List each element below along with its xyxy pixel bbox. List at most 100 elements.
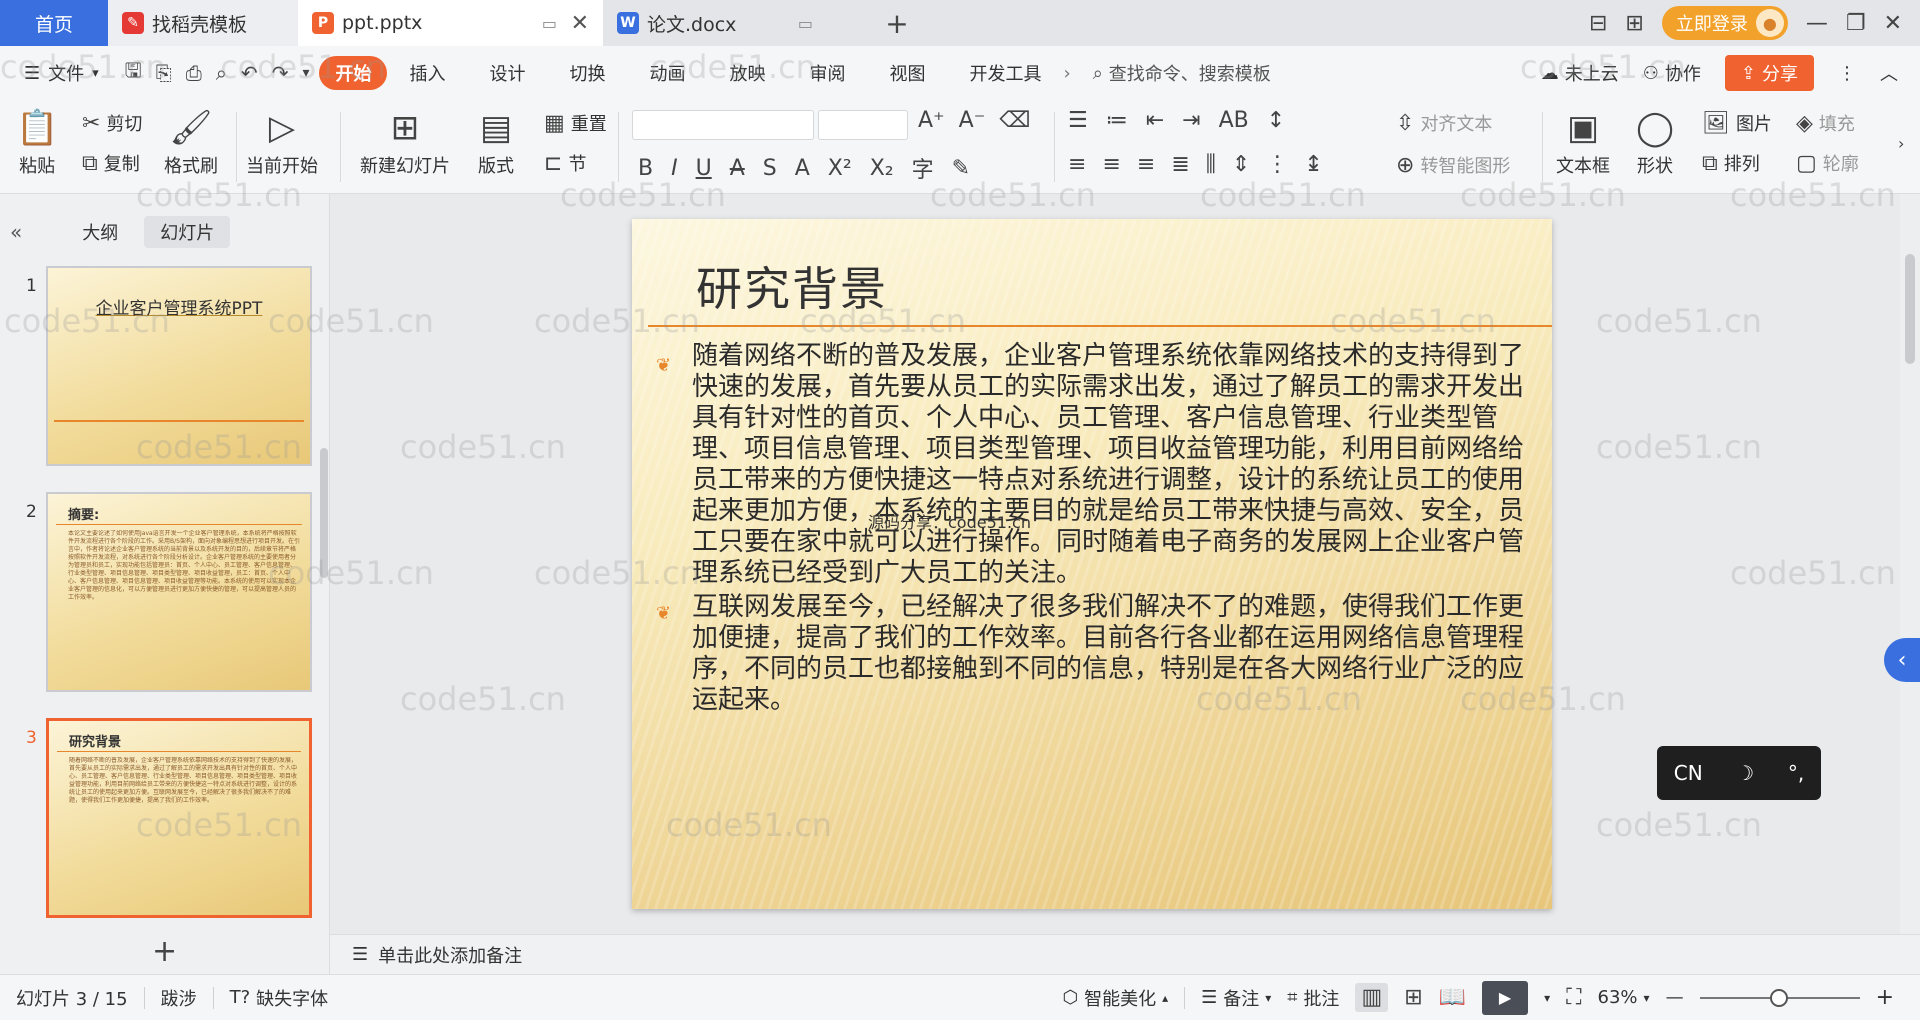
zoom-out-icon[interactable]: — bbox=[1666, 987, 1684, 1008]
tab-slides[interactable]: 幻灯片 bbox=[144, 216, 231, 248]
tab-insert[interactable]: 插入 bbox=[387, 56, 467, 90]
close-tab-icon[interactable]: ✕ bbox=[571, 11, 589, 36]
shadow-text-icon[interactable]: S bbox=[763, 156, 777, 181]
notes-bar[interactable]: ☰ 单击此处添加备注 bbox=[330, 934, 1920, 974]
arrange-button[interactable]: ⧉ 排列 bbox=[1702, 150, 1760, 176]
monitor-icon[interactable]: ▭ bbox=[542, 14, 557, 33]
slide-paragraph-2[interactable]: 互联网发展至今，已经解决了很多我们解决不了的难题，使得我们工作更加便捷，提高了我… bbox=[692, 592, 1542, 716]
punctuation-icon[interactable]: °, bbox=[1788, 761, 1804, 785]
numbered-list-icon[interactable]: ≔ bbox=[1106, 108, 1128, 133]
ribbon-scroll-right[interactable]: › bbox=[1898, 134, 1904, 153]
canvas-scrollbar[interactable] bbox=[1900, 194, 1920, 934]
notes-toggle-button[interactable]: ☰ 备注 ▾ bbox=[1201, 985, 1271, 1011]
login-button[interactable]: 立即登录 ● bbox=[1661, 6, 1788, 40]
share-button[interactable]: ⇪ 分享 bbox=[1724, 55, 1814, 91]
comments-button[interactable]: ⌗ 批注 bbox=[1287, 985, 1339, 1011]
undo-icon[interactable]: ↶ bbox=[241, 61, 258, 85]
clear-format-icon[interactable]: ⌫ bbox=[999, 108, 1030, 133]
fill-button[interactable]: ◈ 填充 bbox=[1796, 110, 1855, 136]
panel-scrollbar[interactable] bbox=[320, 448, 328, 578]
current-slide[interactable]: 研究背景 ❦ 随着网络不断的普及发展，企业客户管理系统依靠网络技术的支持得到了快… bbox=[632, 219, 1552, 909]
tab-word[interactable]: W 论文.docx ▭ bbox=[603, 0, 873, 46]
paste-button[interactable]: 📋 粘贴 bbox=[16, 108, 58, 178]
command-search[interactable]: ⌕ 查找命令、搜索模板 bbox=[1093, 60, 1271, 86]
save-icon[interactable]: 🖫 bbox=[125, 56, 142, 90]
slide-thumbnail-1[interactable]: 企业客户管理系统PPT bbox=[46, 266, 312, 466]
slide-title[interactable]: 研究背景 bbox=[696, 253, 888, 319]
reading-view-icon[interactable]: 📖 bbox=[1439, 985, 1466, 1010]
slide-thumbnail-3[interactable]: 研究背景 随着网络不断的普及发展，企业客户管理系统依靠网络技术的支持得到了快速的… bbox=[46, 718, 312, 918]
phonetic-icon[interactable]: 字 bbox=[912, 152, 934, 184]
increase-font-icon[interactable]: A⁺ bbox=[918, 108, 945, 133]
redo-icon[interactable]: ↷ bbox=[272, 61, 289, 85]
cut-button[interactable]: ✂ 剪切 bbox=[82, 110, 142, 136]
slideshow-button[interactable]: ▶ bbox=[1482, 980, 1529, 1015]
justify-icon[interactable]: ≣ bbox=[1171, 152, 1189, 177]
normal-view-icon[interactable]: ▥ bbox=[1355, 983, 1389, 1012]
zoom-slider[interactable] bbox=[1699, 988, 1860, 1007]
side-panel-toggle[interactable]: ‹ bbox=[1884, 638, 1920, 682]
bullet-list-icon[interactable]: ☰ bbox=[1068, 108, 1088, 133]
moon-icon[interactable]: ☽ bbox=[1736, 761, 1754, 785]
decrease-font-icon[interactable]: A⁻ bbox=[959, 108, 986, 133]
restore-icon[interactable]: ❐ bbox=[1846, 11, 1866, 36]
column-icon[interactable]: ⋮ bbox=[1266, 152, 1288, 177]
export-pdf-icon[interactable]: ⎘ bbox=[156, 61, 172, 85]
ime-language[interactable]: CN bbox=[1674, 761, 1703, 785]
tab-ppt[interactable]: P ppt.pptx ▭ ✕ bbox=[298, 0, 603, 46]
font-color-icon[interactable]: A bbox=[795, 156, 810, 181]
print-icon[interactable]: ⎙ bbox=[186, 61, 202, 85]
new-slide-button[interactable]: ⊞ 新建幻灯片 bbox=[360, 108, 450, 178]
zoom-in-icon[interactable]: + bbox=[1876, 985, 1894, 1010]
theme-name[interactable]: 跋涉 bbox=[161, 985, 197, 1011]
new-tab-button[interactable]: + bbox=[873, 0, 921, 46]
fit-window-icon[interactable]: ⛶ bbox=[1566, 985, 1581, 1010]
tab-home-ribbon[interactable]: 开始 bbox=[319, 56, 388, 90]
tab-transition[interactable]: 切换 bbox=[547, 56, 627, 90]
textbox-button[interactable]: ▣ 文本框 bbox=[1556, 108, 1610, 178]
sorter-view-icon[interactable]: ⊞ bbox=[1404, 985, 1422, 1010]
tab-template[interactable]: ✎ 找稻壳模板 bbox=[108, 0, 298, 46]
text-direction-icon[interactable]: AB bbox=[1219, 108, 1249, 133]
cloud-status[interactable]: ☁ 未上云 bbox=[1541, 60, 1619, 86]
monitor-icon[interactable]: ▭ bbox=[798, 14, 813, 33]
strikethrough-icon[interactable]: A bbox=[730, 156, 745, 181]
paragraph-spacing-icon[interactable]: ⇕ bbox=[1232, 152, 1250, 177]
minimize-icon[interactable]: — bbox=[1806, 11, 1828, 36]
format-painter-button[interactable]: 🖌 格式刷 bbox=[164, 108, 218, 178]
reset-button[interactable]: ▦ 重置 bbox=[544, 110, 607, 136]
bold-icon[interactable]: B bbox=[638, 156, 653, 181]
increase-indent-icon[interactable]: ⇥ bbox=[1182, 108, 1200, 133]
distribute-icon[interactable]: ⫼ bbox=[1206, 152, 1216, 177]
slide-thumbnail-2[interactable]: 摘要: 本论文主要论述了如何使用Java语言开发一个企业客户管理系统，本系统将严… bbox=[46, 492, 312, 692]
align-right-icon[interactable]: ≡ bbox=[1137, 152, 1155, 177]
outline-button[interactable]: ▢ 轮廓 bbox=[1796, 150, 1859, 176]
collapse-ribbon-icon[interactable]: ︿ bbox=[1880, 60, 1898, 86]
layout-icon[interactable]: ⊟ bbox=[1589, 11, 1607, 36]
slide-paragraph-1[interactable]: 随着网络不断的普及发展，企业客户管理系统依靠网络技术的支持得到了快速的发展，首先… bbox=[692, 341, 1542, 589]
superscript-icon[interactable]: X² bbox=[828, 156, 852, 181]
missing-font-button[interactable]: T? 缺失字体 bbox=[230, 985, 329, 1011]
line-height-icon[interactable]: ↨ bbox=[1304, 152, 1322, 177]
font-family-select[interactable] bbox=[632, 110, 814, 140]
more-icon[interactable]: ▾ bbox=[302, 65, 309, 81]
tab-developer[interactable]: 开发工具 bbox=[947, 56, 1063, 90]
line-spacing-icon[interactable]: ↕ bbox=[1267, 108, 1285, 133]
align-center-icon[interactable]: ≡ bbox=[1102, 152, 1120, 177]
add-slide-button[interactable]: + bbox=[152, 934, 177, 969]
italic-icon[interactable]: I bbox=[671, 156, 678, 181]
tab-view[interactable]: 视图 bbox=[867, 56, 947, 90]
file-menu[interactable]: ☰ 文件 ▾ bbox=[0, 60, 115, 86]
collapse-panel-icon[interactable]: « bbox=[10, 220, 22, 244]
smart-beautify-button[interactable]: ⬡ 智能美化 ▴ bbox=[1062, 985, 1168, 1011]
collab-button[interactable]: ⚇ 协作 bbox=[1643, 60, 1701, 86]
ime-toolbar[interactable]: CN ☽ °, bbox=[1657, 746, 1821, 800]
align-left-icon[interactable]: ≡ bbox=[1068, 152, 1086, 177]
play-from-current-button[interactable]: ▷ 当前开始 bbox=[246, 108, 318, 178]
tab-design[interactable]: 设计 bbox=[467, 56, 547, 90]
tab-home[interactable]: 首页 bbox=[0, 0, 108, 46]
zoom-level[interactable]: 63% ▾ bbox=[1598, 987, 1650, 1008]
underline-icon[interactable]: U bbox=[696, 156, 712, 181]
section-button[interactable]: ⊏ 节 bbox=[544, 150, 586, 176]
font-size-select[interactable] bbox=[818, 110, 908, 140]
